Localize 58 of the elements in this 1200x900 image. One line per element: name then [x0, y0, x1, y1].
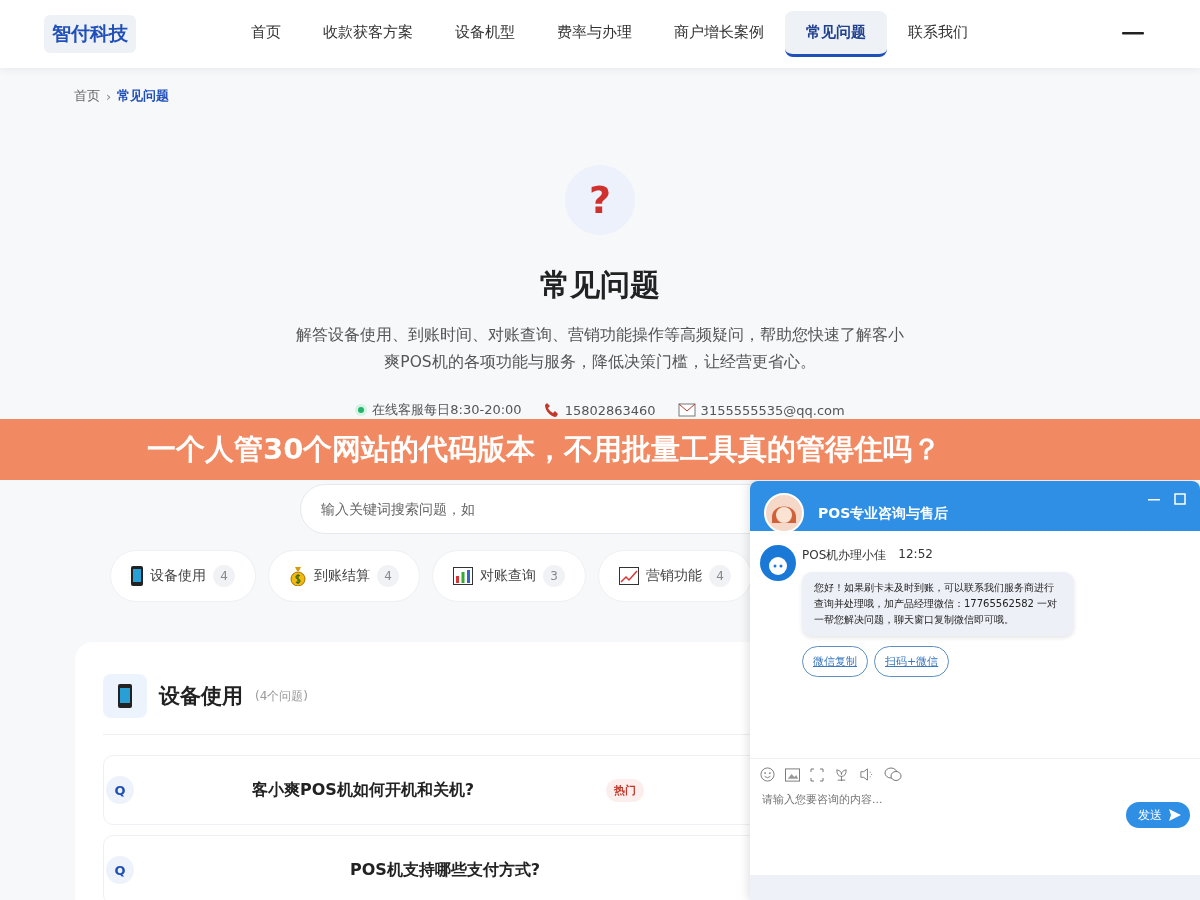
phone-icon: [543, 402, 560, 418]
category-tab[interactable]: 营销功能 4: [598, 550, 752, 602]
screenshot-icon[interactable]: [810, 767, 824, 782]
nav-link[interactable]: 费率与办理: [536, 11, 653, 57]
page-title: 常见问题: [540, 266, 660, 304]
message-bubble: 您好！如果刷卡未及时到账，可以联系我们服务商进行查询并处理哦，加产品经理微信：17765562582 一对一帮您解决问题，聊天窗口复制微信即可哦。: [802, 572, 1074, 636]
count-badge: 3: [543, 565, 565, 587]
count-badge: 4: [213, 565, 235, 587]
message-time: 12:52: [898, 547, 933, 563]
count-badge: 4: [377, 565, 399, 587]
contact-text: 3155555535@qq.com: [700, 402, 845, 418]
quick-action-button[interactable]: 扫码+微信: [874, 646, 950, 677]
nav-link[interactable]: 收款获客方案: [302, 11, 434, 57]
contact-text: 15802863460: [564, 402, 656, 418]
emoji-icon[interactable]: [760, 767, 775, 782]
category-tab[interactable]: 对账查询 3: [432, 550, 586, 602]
breadcrumb-link[interactable]: 常见问题: [117, 87, 170, 105]
nav-link[interactable]: 商户增长案例: [653, 11, 785, 57]
agent-avatar-icon: [760, 545, 796, 581]
category-tab[interactable]: 到账结算 4: [268, 550, 420, 602]
question-badge: Q: [106, 776, 134, 804]
envelope-icon: [677, 403, 696, 417]
menu-icon[interactable]: [1122, 32, 1144, 36]
maximize-icon[interactable]: [1174, 493, 1186, 505]
section-title: 设备使用: [159, 683, 243, 710]
image-icon[interactable]: [785, 767, 800, 782]
question-text: 客小爽POS机如何开机和关机?: [252, 779, 475, 801]
question-count: (4个问题): [255, 687, 308, 705]
chat-bubbles-icon[interactable]: [884, 767, 902, 782]
mobile-phone-icon: [131, 566, 143, 586]
nav-link[interactable]: 首页: [230, 11, 302, 57]
category-tab[interactable]: 设备使用 4: [110, 550, 256, 602]
hot-tag: 热门: [606, 778, 645, 802]
quick-action-button[interactable]: 微信复制: [802, 646, 868, 677]
avatar-icon: [764, 493, 804, 533]
nav-link[interactable]: 设备机型: [434, 11, 536, 57]
overlay-banner: 一个人管30个网站的代码版本，不用批量工具真的管得住吗？: [0, 419, 1200, 480]
online-status-icon: [355, 404, 368, 416]
page-description: 解答设备使用、到账时间、对账查询、营销功能操作等高频疑问，帮助您快速了解客小爽POS机的各项功能与服务，降低决策门槛，让经营更省心。: [295, 325, 905, 373]
speaker-icon[interactable]: [859, 767, 874, 782]
sender-name: POS机办理小佳: [802, 547, 887, 564]
question-badge: Q: [106, 856, 134, 884]
breadcrumb-link[interactable]: 首页: [74, 87, 100, 105]
mobile-phone-icon: [103, 674, 147, 718]
nav-link[interactable]: 常见问题: [785, 11, 887, 57]
send-icon: [1168, 808, 1182, 822]
contact-text: 在线客服每日8:30-20:00: [372, 401, 522, 419]
money-bag-icon: [289, 566, 307, 586]
breadcrumb-separator: ›: [106, 88, 112, 104]
chat-title: POS专业咨询与售后: [818, 505, 949, 523]
nav-link[interactable]: 联系我们: [887, 11, 989, 57]
question-mark-badge: ?: [565, 165, 635, 235]
question-text: POS机支持哪些支付方式?: [350, 859, 541, 881]
count-badge: 4: [709, 565, 731, 587]
site-logo[interactable]: 智付科技: [44, 15, 136, 53]
bar-chart-icon: [453, 567, 473, 585]
flower-icon[interactable]: [834, 767, 849, 782]
trend-chart-icon: [619, 567, 639, 585]
